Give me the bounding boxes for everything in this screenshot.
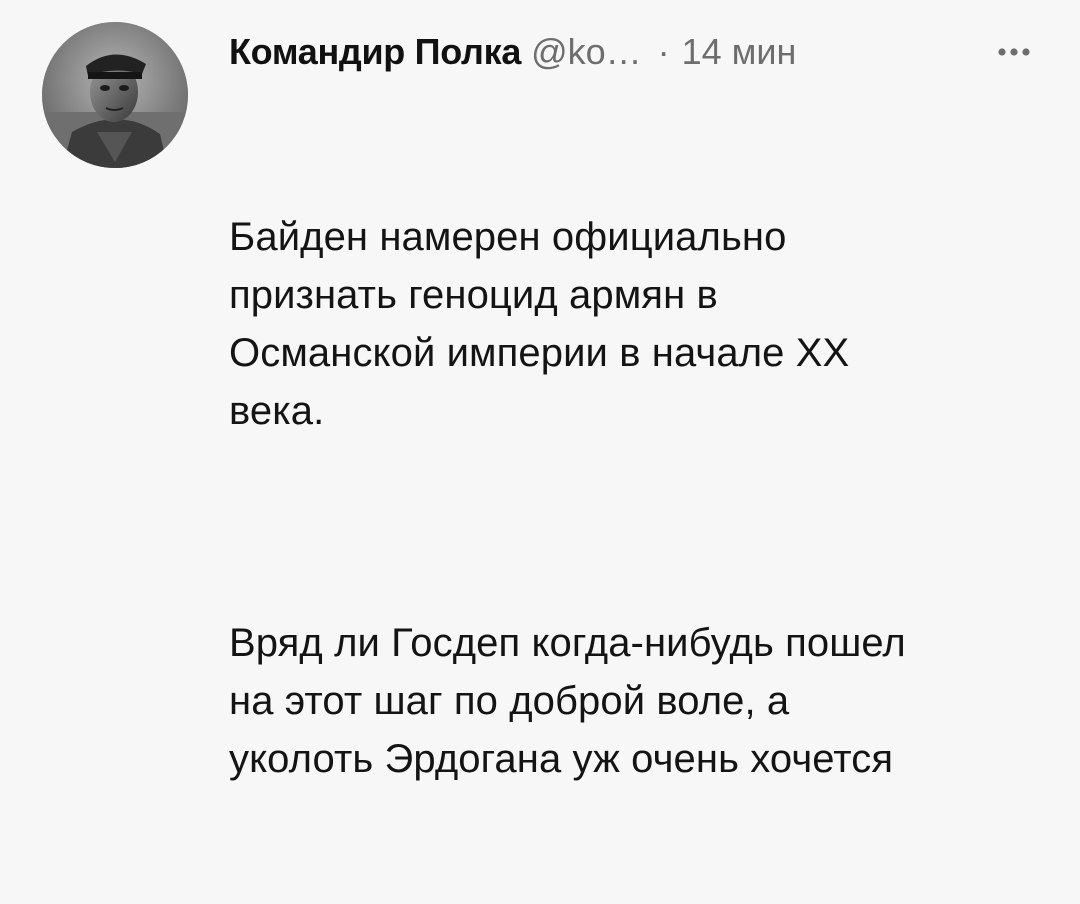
tweet-timestamp[interactable]: 14 мин bbox=[682, 31, 797, 73]
tweet-text: Байден намерен официально признать геноц… bbox=[229, 92, 1049, 904]
tweet: Командир Полка @ko… · 14 мин Байден наме… bbox=[0, 0, 1080, 781]
more-options-button[interactable] bbox=[988, 30, 1040, 74]
tweet-header: Командир Полка @ko… · 14 мин bbox=[229, 24, 1040, 80]
author-handle[interactable]: @ko… bbox=[531, 31, 642, 73]
author-display-name[interactable]: Командир Полка bbox=[229, 31, 521, 73]
tweet-paragraph: Байден намерен официально признать геноц… bbox=[229, 215, 850, 433]
tweet-paragraph: Вряд ли Госдеп когда-нибудь пошел на это… bbox=[229, 621, 906, 781]
avatar[interactable] bbox=[42, 22, 188, 168]
more-horizontal-icon bbox=[998, 48, 1030, 56]
avatar-photo bbox=[42, 22, 188, 168]
header-separator: · bbox=[657, 31, 670, 72]
